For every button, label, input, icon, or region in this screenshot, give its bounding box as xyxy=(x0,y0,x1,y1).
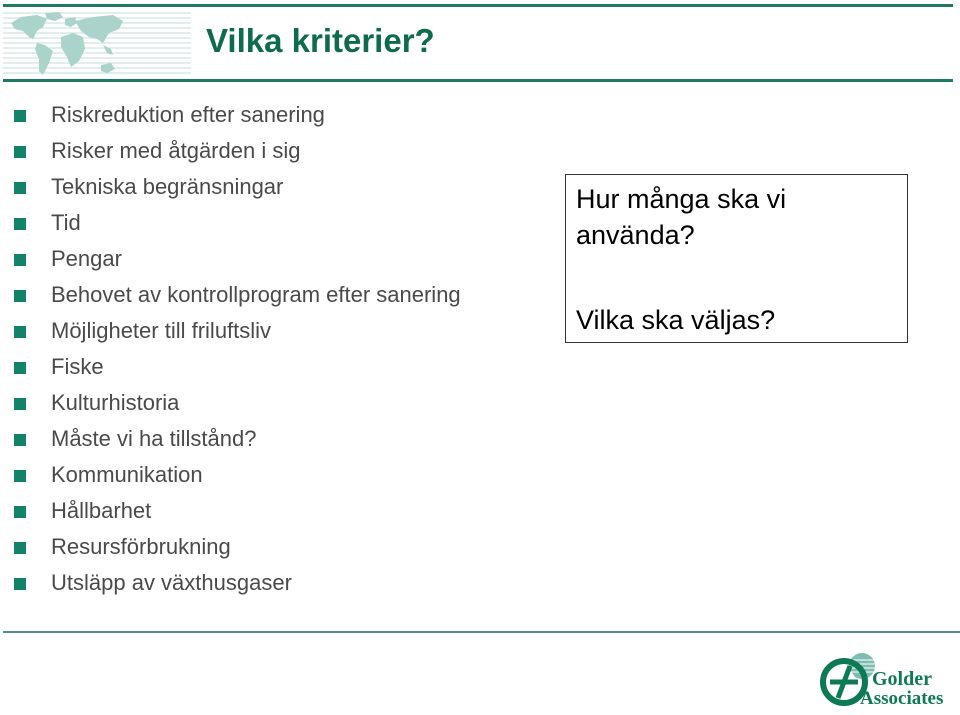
list-item-text: Hållbarhet xyxy=(51,498,152,523)
list-item-text: Fiske xyxy=(51,354,104,379)
square-bullet-icon xyxy=(14,470,26,482)
list-item-text: Tid xyxy=(51,210,81,235)
list-item-text: Kommunikation xyxy=(51,462,203,487)
square-bullet-icon xyxy=(14,362,26,374)
square-bullet-icon xyxy=(14,578,26,590)
square-bullet-icon xyxy=(14,182,26,194)
question-line-3: Vilka ska väljas? xyxy=(576,305,776,335)
logo-text-associates: Associates xyxy=(860,688,943,708)
question-line-1: Hur många ska vi xyxy=(576,184,787,214)
header-bottom-rule xyxy=(3,79,953,82)
page-title: Vilka kriterier? xyxy=(206,22,435,59)
square-bullet-icon xyxy=(14,146,26,158)
list-item-text: Pengar xyxy=(51,246,122,271)
list-item-text: Kulturhistoria xyxy=(51,390,180,415)
square-bullet-icon xyxy=(14,506,26,518)
list-item-text: Tekniska begränsningar xyxy=(51,174,284,199)
list-item-text: Risker med åtgärden i sig xyxy=(51,138,301,163)
question-line-2: använda? xyxy=(576,220,695,250)
question-box: Hur många ska vi använda? Vilka ska välj… xyxy=(565,174,908,343)
list-item-text: Behovet av kontrollprogram efter sanerin… xyxy=(51,282,461,307)
logo-text-golder: Golder xyxy=(872,668,932,690)
square-bullet-icon xyxy=(14,218,26,230)
list-item-text: Riskreduktion efter sanering xyxy=(51,102,325,127)
world-map-icon xyxy=(3,12,191,75)
list-item-text: Möjligheter till friluftsliv xyxy=(51,318,272,343)
footer-rule xyxy=(3,631,960,633)
list-item-text: Resursförbrukning xyxy=(51,534,231,559)
header-top-rule xyxy=(3,4,953,7)
list-item-text: Måste vi ha tillstånd? xyxy=(51,426,257,451)
square-bullet-icon xyxy=(14,398,26,410)
square-bullet-icon xyxy=(14,326,26,338)
square-bullet-icon xyxy=(14,290,26,302)
square-bullet-icon xyxy=(14,434,26,446)
square-bullet-icon xyxy=(14,542,26,554)
square-bullet-icon xyxy=(14,110,26,122)
square-bullet-icon xyxy=(14,254,26,266)
golder-associates-logo: Golder Associates xyxy=(820,653,943,708)
list-item-text: Utsläpp av växthusgaser xyxy=(51,570,292,595)
